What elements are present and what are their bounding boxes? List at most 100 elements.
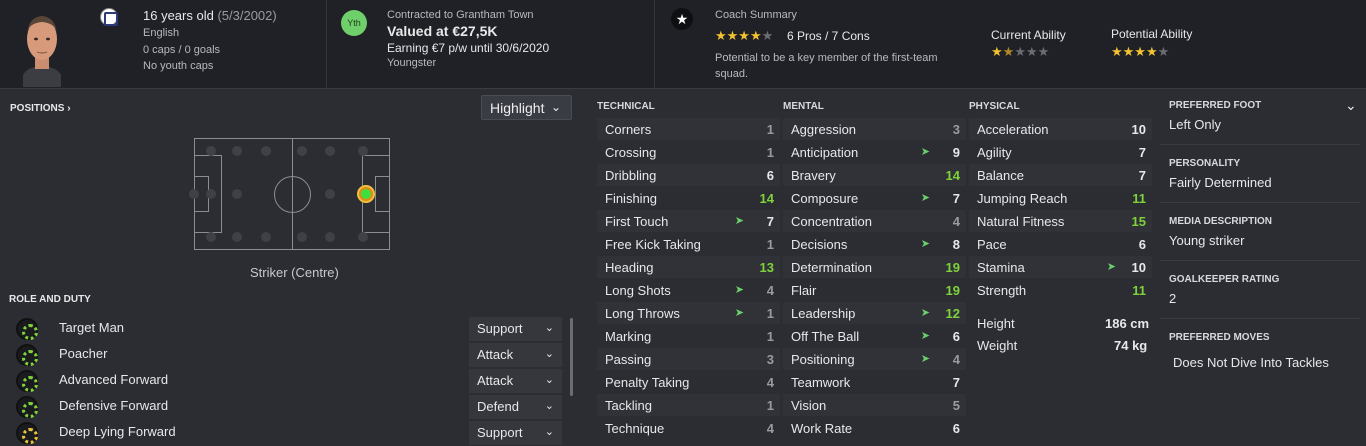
attribute-row: Work Rate 6 [783,417,966,439]
star-icon: ★ [671,8,693,30]
role-row[interactable]: Deep Lying Forward Support ⌄ [0,420,565,446]
attribute-row: Aggression 3 [783,118,966,140]
nationality: English [143,27,180,39]
chevron-down-icon[interactable]: ⌄ [1345,97,1357,114]
attribute-name: Determination [791,260,872,275]
attribute-row: Passing 3 [597,348,780,370]
role-name: Defensive Forward [59,398,169,413]
attribute-value: 1 [766,306,774,321]
duty-label: Attack [477,347,514,362]
attribute-name: Tackling [605,398,652,413]
attribute-value: 7 [1138,168,1146,183]
position-dot [232,146,242,156]
highlight-label: Highlight [490,100,545,116]
role-duty-title: ROLE AND DUTY [9,294,91,305]
role-row[interactable]: Poacher Attack ⌄ [0,342,565,368]
youth-badge-icon: Yth [341,10,367,36]
pa-stars-filled: ★★★★ [1111,44,1158,59]
duty-dropdown[interactable]: Attack ⌄ [469,369,562,393]
duty-dropdown[interactable]: Defend ⌄ [469,395,562,419]
position-dot [206,189,216,199]
role-row[interactable]: Advanced Forward Attack ⌄ [0,368,565,394]
youth-caps: No youth caps [143,60,214,72]
attribute-name: Strength [977,283,1027,298]
attribute-name: Teamwork [791,375,851,390]
attribute-name: Bravery [791,168,836,183]
attribute-row: Strength 11 [969,279,1152,301]
duty-dropdown[interactable]: Support ⌄ [469,317,562,341]
duty-label: Support [477,321,523,336]
attribute-row: Penalty Taking 4 [597,371,780,393]
attribute-value: 14 [759,191,774,206]
attribute-row: Pace 6 [969,233,1152,255]
duty-dropdown[interactable]: Attack ⌄ [469,343,562,367]
role-row[interactable]: Defensive Forward Defend ⌄ [0,394,565,420]
attribute-name: Pace [977,237,1007,252]
height-value: 186 cm [1105,316,1150,331]
attribute-row: Long Throws ➤ 1 [597,302,780,324]
highlight-dropdown[interactable]: Highlight ⌄ [481,95,572,120]
height-label: Height [977,316,1015,331]
attribute-name: Leadership [791,306,856,321]
attribute-trend-arrow-icon: ➤ [920,192,930,204]
attribute-value: 4 [766,375,774,390]
position-dot [325,189,335,199]
ca-stars-empty: ★★★ [1014,44,1050,59]
positions-link[interactable]: POSITIONS › [10,103,71,114]
chevron-down-icon: ⌄ [544,400,554,412]
position-dot [261,232,271,242]
attribute-name: Long Throws [605,306,680,321]
position-dot [261,146,271,156]
player-avatar [17,9,67,87]
coach-summary-title: Coach Summary [715,9,797,21]
current-ability-stars: ★★★★★ [991,44,1049,60]
attribute-value: 9 [952,145,960,160]
attribute-row: Balance 7 [969,164,1152,186]
attribute-row: Acceleration 10 [969,118,1152,140]
attribute-row: Natural Fitness 15 [969,210,1152,232]
dob-text: (5/3/2002) [217,8,277,23]
attribute-row: Free Kick Taking 1 [597,233,780,255]
duty-dropdown[interactable]: Support ⌄ [469,421,562,445]
attribute-name: Vision [791,398,827,413]
position-dot [325,232,335,242]
attribute-value: 3 [952,122,960,137]
attribute-value: 11 [1132,283,1146,298]
goalkeeper-rating-title: GOALKEEPER RATING [1169,274,1280,285]
position-dot [189,189,199,199]
ca-stars-half: ★ [1002,44,1015,59]
position-dot [206,232,216,242]
player-age: 16 years old (5/3/2002) [143,8,277,23]
attribute-trend-arrow-icon: ➤ [920,307,930,319]
attribute-value: 7 [952,375,960,390]
star-glyph: ★ [675,11,689,27]
role-row[interactable]: Target Man Support ⌄ [0,316,565,342]
attribute-value: 7 [766,214,774,229]
attribute-value: 4 [952,352,960,367]
attribute-row: Teamwork 7 [783,371,966,393]
position-dot [232,232,242,242]
attribute-row: Heading 13 [597,256,780,278]
attribute-row: Concentration 4 [783,210,966,232]
duty-label: Attack [477,373,514,388]
roles-scrollbar[interactable] [570,318,573,396]
attribute-row: Anticipation ➤ 9 [783,141,966,163]
attribute-value: 6 [766,168,774,183]
ca-stars-filled: ★ [991,44,1003,59]
value-text: Valued at €27,5K [387,23,498,39]
contract-text: Contracted to Grantham Town [387,9,534,21]
attribute-name: Natural Fitness [977,214,1065,229]
chevron-down-icon: ⌄ [544,374,554,386]
striker-position-marker [357,185,375,203]
role-suitability-icon [16,344,38,366]
attribute-value: 14 [945,168,960,183]
attribute-name: Free Kick Taking [605,237,701,252]
attribute-value: 4 [766,283,774,298]
media-description-title: MEDIA DESCRIPTION [1169,216,1272,227]
attribute-name: Positioning [791,352,855,367]
preferred-moves-value: Does Not Dive Into Tackles [1173,355,1329,370]
caps: 0 caps / 0 goals [143,44,221,56]
attribute-value: 19 [945,260,960,275]
attribute-name: Long Shots [605,283,671,298]
attribute-name: Technique [605,421,665,436]
